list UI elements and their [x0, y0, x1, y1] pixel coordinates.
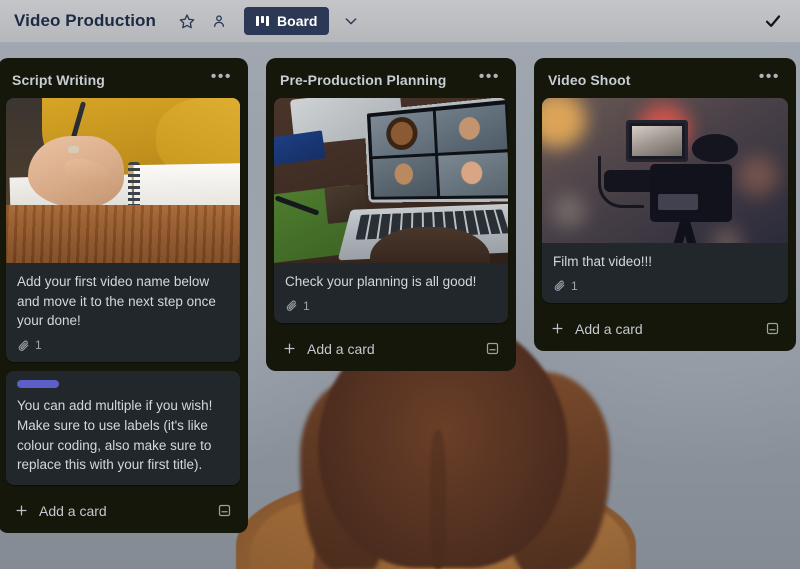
list-header: Video Shoot •••	[542, 66, 788, 98]
ellipsis-icon[interactable]: •••	[209, 69, 234, 88]
list-pre-production-planning: Pre-Production Planning ••• Check your p…	[266, 58, 516, 371]
add-card-label: Add a card	[39, 502, 107, 519]
page-title: Video Production	[14, 11, 157, 30]
board-view-label: Board	[277, 13, 318, 29]
card-badges: 1	[17, 338, 229, 352]
card-body: Add your first video name below and move…	[6, 263, 240, 362]
card-title: Check your planning is all good!	[285, 274, 477, 289]
card-body: Check your planning is all good! 1	[274, 263, 508, 323]
card[interactable]: Check your planning is all good! 1	[274, 98, 508, 323]
chevron-down-icon[interactable]	[343, 13, 359, 29]
attachment-icon	[285, 299, 298, 312]
list-video-shoot: Video Shoot ••• Film that video!!! 1 Add…	[534, 58, 796, 351]
star-icon[interactable]	[174, 8, 200, 34]
cards-container: Check your planning is all good! 1	[274, 98, 508, 323]
card-badges: 1	[553, 279, 777, 293]
card-badges: 1	[285, 299, 497, 313]
attachment-count: 1	[571, 278, 578, 293]
checkmark-icon[interactable]	[764, 12, 782, 30]
card-cover-image	[542, 98, 788, 243]
plus-icon	[14, 503, 29, 518]
list-header: Pre-Production Planning •••	[274, 66, 508, 98]
card-title: You can add multiple if you wish! Make s…	[17, 398, 213, 473]
card-body: You can add multiple if you wish! Make s…	[6, 371, 240, 485]
ellipsis-icon[interactable]: •••	[477, 69, 502, 88]
board-lists-container: Script Writing ••• Add your first video …	[0, 42, 800, 569]
card[interactable]: Add your first video name below and move…	[6, 98, 240, 363]
card-template-icon[interactable]	[485, 341, 500, 356]
card-label-purple	[17, 380, 59, 389]
cards-container: Add your first video name below and move…	[6, 98, 240, 485]
members-icon[interactable]	[206, 8, 232, 34]
board-header: Video Production Board	[0, 0, 800, 42]
attachment-count: 1	[303, 298, 310, 313]
add-card-button[interactable]: Add a card	[274, 331, 508, 365]
card-body: Film that video!!! 1	[542, 243, 788, 303]
card-cover-image	[6, 98, 240, 263]
attachment-count: 1	[35, 338, 42, 353]
card-title: Add your first video name below and move…	[17, 274, 216, 329]
add-card-button[interactable]: Add a card	[542, 311, 788, 345]
cards-container: Film that video!!! 1	[542, 98, 788, 303]
attachment-icon	[17, 339, 30, 352]
card[interactable]: You can add multiple if you wish! Make s…	[6, 371, 240, 485]
list-script-writing: Script Writing ••• Add your first video …	[0, 58, 248, 533]
plus-icon	[550, 321, 565, 336]
list-title: Pre-Production Planning	[280, 72, 447, 88]
board-view-button[interactable]: Board	[244, 7, 330, 35]
add-card-button[interactable]: Add a card	[6, 493, 240, 527]
card-template-icon[interactable]	[765, 321, 780, 336]
board-view-icon	[256, 15, 270, 27]
add-card-label: Add a card	[575, 320, 643, 337]
card-cover-image	[274, 98, 508, 263]
list-header: Script Writing •••	[6, 66, 240, 98]
card-title: Film that video!!!	[553, 254, 653, 269]
card-template-icon[interactable]	[217, 503, 232, 518]
ellipsis-icon[interactable]: •••	[757, 69, 782, 88]
list-title: Script Writing	[12, 72, 105, 88]
plus-icon	[282, 341, 297, 356]
list-title: Video Shoot	[548, 72, 631, 88]
attachment-icon	[553, 279, 566, 292]
add-card-label: Add a card	[307, 340, 375, 357]
trello-board-app: Video Production Board Script Writing ••…	[0, 0, 800, 569]
card[interactable]: Film that video!!! 1	[542, 98, 788, 303]
